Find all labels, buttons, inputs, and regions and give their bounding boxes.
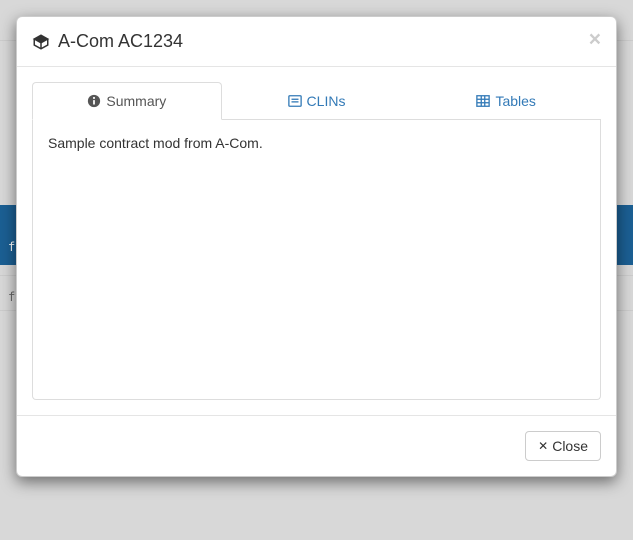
package-icon [32,33,50,51]
tab-clins-label: CLINs [307,93,346,109]
close-button-label: Close [552,438,588,454]
list-icon [288,94,302,108]
modal-title-text: A-Com AC1234 [58,31,183,52]
modal-footer: ✕ Close [17,415,616,476]
table-icon [476,94,490,108]
tab-summary[interactable]: Summary [32,82,222,120]
tab-tables-label: Tables [495,93,535,109]
close-icon[interactable]: × [589,29,601,50]
modal-header: A-Com AC1234 × [17,17,616,67]
modal-body: Summary CLINs Tables [17,67,616,415]
tab-summary-label: Summary [106,93,166,109]
modal-title: A-Com AC1234 [32,31,601,52]
tab-content: Sample contract mod from A-Com. [32,120,601,400]
info-circle-icon [87,94,101,108]
tab-tables[interactable]: Tables [411,82,601,120]
tab-clins[interactable]: CLINs [222,82,412,120]
x-icon: ✕ [538,439,548,453]
close-button[interactable]: ✕ Close [525,431,601,461]
summary-text: Sample contract mod from A-Com. [48,135,585,151]
tab-nav: Summary CLINs Tables [32,82,601,120]
modal-dialog: A-Com AC1234 × Summary CLINs [16,16,617,477]
